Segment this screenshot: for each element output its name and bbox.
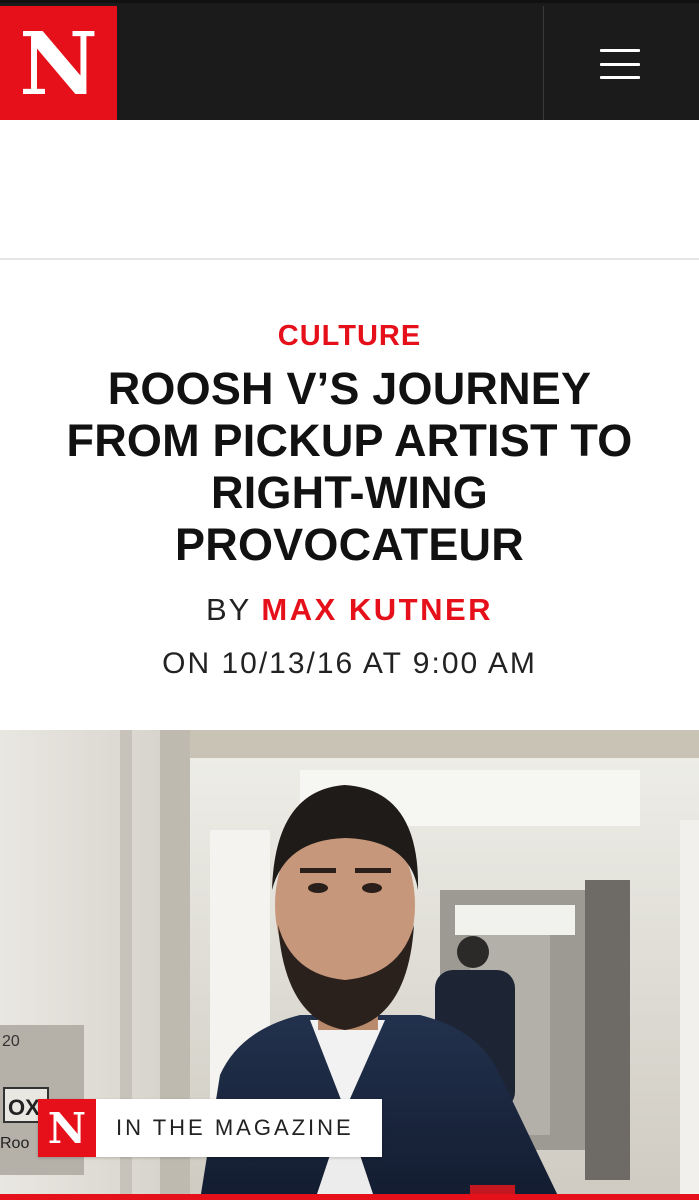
author-link[interactable]: MAX KUTNER	[261, 592, 493, 627]
magazine-tag-label: IN THE MAGAZINE	[116, 1115, 354, 1140]
bottom-accent-bar	[0, 1194, 699, 1200]
menu-divider	[543, 6, 544, 123]
menu-line	[600, 49, 640, 52]
hamburger-menu-icon[interactable]	[600, 49, 640, 79]
svg-text:OX: OX	[8, 1095, 40, 1120]
article-byline: BY MAX KUTNER	[0, 592, 699, 628]
section-divider	[0, 258, 699, 260]
ad-slot	[0, 120, 699, 259]
in-the-magazine-tag[interactable]: N IN THE MAGAZINE	[38, 1099, 382, 1157]
menu-line	[600, 76, 640, 79]
menu-line	[600, 62, 640, 66]
newsweek-mini-logo: N	[38, 1099, 96, 1157]
top-navigation-bar: N	[0, 0, 699, 123]
article-dateline: ON 10/13/16 AT 9:00 AM	[162, 647, 537, 680]
svg-text:Roo: Roo	[0, 1135, 29, 1152]
sign-number: 20	[2, 1033, 20, 1050]
article-category[interactable]: CULTURE	[0, 320, 699, 353]
byline-prefix: BY	[205, 592, 251, 627]
article-headline: ROOSH V’S JOURNEY FROM PICKUP ARTIST TO …	[66, 363, 633, 570]
newsweek-logo[interactable]: N	[0, 6, 117, 123]
